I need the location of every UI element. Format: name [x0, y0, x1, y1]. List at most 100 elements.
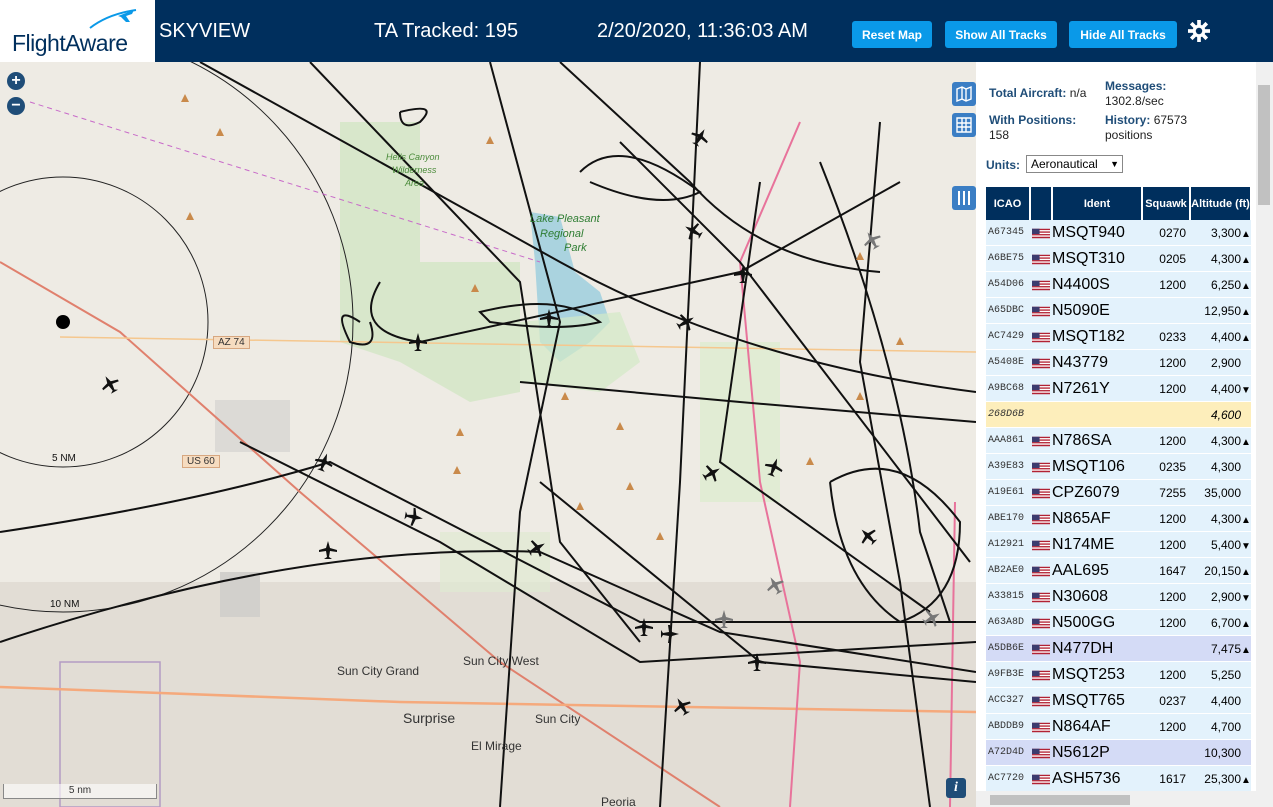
- cell-ident: N864AF: [1052, 713, 1142, 740]
- cell-flag: [1030, 739, 1052, 766]
- cell-altitude: 35,000: [1190, 479, 1251, 506]
- us-flag-icon: [1032, 462, 1050, 473]
- col-ident[interactable]: Ident: [1052, 187, 1143, 220]
- cell-flag: [1030, 583, 1052, 610]
- cell-ident: N43779: [1052, 349, 1142, 376]
- cell-icao: AC7720: [986, 765, 1030, 792]
- us-flag-icon: [1032, 514, 1050, 525]
- cell-icao: AB2AE0: [986, 557, 1030, 584]
- table-row[interactable]: ABDDB9 N864AF 1200 4,700: [986, 713, 1251, 740]
- map-layers-button[interactable]: [952, 82, 976, 106]
- reset-map-button[interactable]: Reset Map: [852, 21, 932, 48]
- cell-squawk: 1647: [1142, 557, 1190, 584]
- flightaware-logo[interactable]: FlightAware: [0, 0, 155, 62]
- us-flag-icon: [1032, 748, 1050, 759]
- vertical-scroll-thumb[interactable]: [1258, 85, 1270, 205]
- logo-text: FlightAware: [12, 30, 128, 56]
- cell-flag: [1030, 427, 1052, 454]
- cell-squawk: 0235: [1142, 453, 1190, 480]
- cell-squawk: 1200: [1142, 271, 1190, 298]
- cell-icao: A39E83: [986, 453, 1030, 480]
- table-row[interactable]: A9BC68 N7261Y 1200 4,400▼: [986, 375, 1251, 402]
- cell-ident: MSQT765: [1052, 687, 1142, 714]
- cell-ident: MSQT253: [1052, 661, 1142, 688]
- cell-ident: N5612P: [1052, 739, 1142, 766]
- table-row[interactable]: A39E83 MSQT106 0235 4,300: [986, 453, 1251, 480]
- table-row[interactable]: 268D6B 4,600: [986, 401, 1251, 428]
- cell-flag: [1030, 609, 1052, 636]
- cell-ident: N5090E: [1052, 297, 1142, 324]
- map-view[interactable]: Hells Canyon Wilderness Area Lake Pleasa…: [0, 62, 976, 807]
- col-icao[interactable]: ICAO: [986, 187, 1031, 220]
- table-row[interactable]: AC7720 ASH5736 1617 25,300▲: [986, 765, 1251, 792]
- cell-squawk: 0237: [1142, 687, 1190, 714]
- cell-flag: [1030, 349, 1052, 376]
- units-select[interactable]: Aeronautical ▼: [1026, 155, 1123, 173]
- range-label-5nm: 5 NM: [52, 453, 76, 464]
- cell-icao: AC7429: [986, 323, 1030, 350]
- us-flag-icon: [1032, 228, 1050, 239]
- grid-toggle-button[interactable]: [952, 113, 976, 137]
- columns-button[interactable]: [952, 186, 976, 210]
- cell-flag: [1030, 245, 1052, 272]
- table-row[interactable]: A19E61 CPZ6079 7255 35,000: [986, 479, 1251, 506]
- map-label: Hells Canyon: [386, 152, 440, 162]
- table-row[interactable]: A65DBC N5090E 12,950▲: [986, 297, 1251, 324]
- altitude-value: 12,950: [1204, 303, 1241, 318]
- table-row[interactable]: AB2AE0 AAL695 1647 20,150▲: [986, 557, 1251, 584]
- show-all-tracks-button[interactable]: Show All Tracks: [945, 21, 1057, 48]
- map-canvas[interactable]: [0, 62, 976, 807]
- total-aircraft: Total Aircraft: n/a: [989, 86, 1087, 100]
- altitude-value: 4,400: [1210, 693, 1241, 708]
- gear-icon[interactable]: [1188, 20, 1210, 42]
- us-flag-icon: [1032, 384, 1050, 395]
- table-row[interactable]: A67345 MSQT940 0270 3,300▲: [986, 220, 1251, 246]
- with-positions-stat: With Positions: 158: [989, 113, 1077, 142]
- table-row[interactable]: A5408E N43779 1200 2,900: [986, 349, 1251, 376]
- map-icon: [956, 85, 972, 103]
- table-row[interactable]: A63A8D N500GG 1200 6,700▲: [986, 609, 1251, 636]
- us-flag-icon: [1032, 670, 1050, 681]
- table-row[interactable]: A6BE75 MSQT310 0205 4,300▲: [986, 245, 1251, 272]
- map-label: Sun City West: [463, 654, 539, 668]
- table-row[interactable]: A54D06 N4400S 1200 6,250▲: [986, 271, 1251, 298]
- cell-altitude: 6,700▲: [1190, 609, 1251, 636]
- table-row[interactable]: A12921 N174ME 1200 5,400▼: [986, 531, 1251, 558]
- table-row[interactable]: AAA861 N786SA 1200 4,300▲: [986, 427, 1251, 454]
- trend-icon: ▲: [1241, 228, 1251, 240]
- zoom-out-button[interactable]: −: [7, 97, 25, 115]
- cell-altitude: 2,900▼: [1190, 583, 1251, 610]
- table-row[interactable]: A9FB3E MSQT253 1200 5,250: [986, 661, 1251, 688]
- cell-squawk: [1142, 401, 1190, 428]
- table-row[interactable]: ACC327 MSQT765 0237 4,400: [986, 687, 1251, 714]
- info-button[interactable]: i: [946, 778, 966, 798]
- us-flag-icon: [1032, 332, 1050, 343]
- zoom-in-button[interactable]: +: [7, 72, 25, 90]
- table-row[interactable]: A5DB6E N477DH 7,475▲: [986, 635, 1251, 662]
- col-flag[interactable]: [1030, 187, 1053, 220]
- table-row[interactable]: A33815 N30608 1200 2,900▼: [986, 583, 1251, 610]
- map-label: Sun City: [535, 712, 581, 726]
- trend-icon: ▲: [1241, 644, 1251, 656]
- col-altitude[interactable]: Altitude (ft): [1190, 187, 1252, 220]
- trend-icon: ▼: [1241, 592, 1251, 604]
- cell-altitude: 4,300▲: [1190, 245, 1251, 272]
- cell-ident: N7261Y: [1052, 375, 1142, 402]
- altitude-value: 20,150: [1204, 563, 1241, 578]
- grid-icon: [956, 117, 972, 133]
- table-row[interactable]: ABE170 N865AF 1200 4,300▲: [986, 505, 1251, 532]
- table-row[interactable]: AC7429 MSQT182 0233 4,400▲: [986, 323, 1251, 350]
- horizontal-scroll-thumb[interactable]: [990, 795, 1130, 805]
- cell-altitude: 6,250▲: [1190, 271, 1251, 298]
- col-squawk[interactable]: Squawk: [1142, 187, 1191, 220]
- cell-squawk: [1142, 297, 1190, 324]
- table-row[interactable]: A72D4D N5612P 10,300: [986, 739, 1251, 766]
- cell-altitude: 10,300: [1190, 739, 1251, 766]
- trend-icon: ▲: [1241, 514, 1251, 526]
- altitude-value: 4,300: [1210, 251, 1241, 266]
- cell-squawk: 1200: [1142, 583, 1190, 610]
- datetime: 2/20/2020, 11:36:03 AM: [597, 20, 808, 42]
- us-flag-icon: [1032, 618, 1050, 629]
- hide-all-tracks-button[interactable]: Hide All Tracks: [1069, 21, 1177, 48]
- map-label: Peoria: [601, 795, 636, 807]
